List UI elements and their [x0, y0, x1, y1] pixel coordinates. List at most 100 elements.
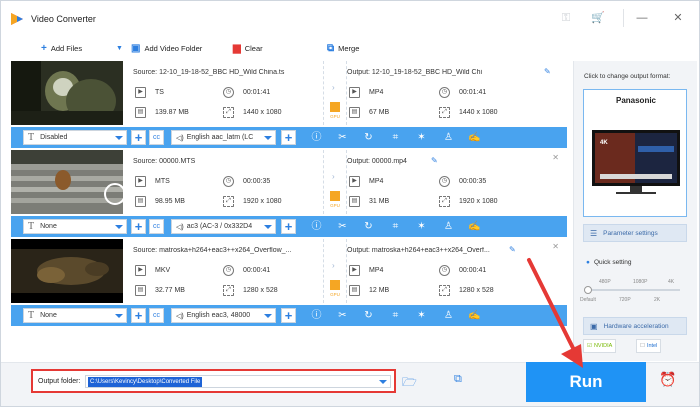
alarm-clock-icon[interactable]: ⏰ — [659, 371, 676, 388]
item-controls: T None + cc ◁) English eac3, 48000 + ⓘ ✂ ↻… — [11, 305, 567, 326]
tick-2k: 2K — [654, 297, 661, 303]
source-size: ▤ 139.87 MB — [135, 107, 189, 118]
clock-icon: ◷ — [223, 87, 234, 98]
subtitle-edit-icon[interactable]: ✍ — [468, 309, 481, 322]
audio-select[interactable]: ◁) ac3 (AC-3 / 0x332D4 — [171, 219, 276, 234]
output-format-value: MP4 — [369, 178, 384, 185]
dropdown-arrow-icon — [264, 136, 272, 140]
output-format-value: MP4 — [369, 89, 384, 96]
clear-button[interactable]: ▆ Clear — [233, 39, 263, 57]
chevron-right-icon: › — [332, 172, 335, 181]
dropdown-arrow-icon — [264, 225, 272, 229]
subtitle-select[interactable]: T Disabled — [23, 130, 127, 145]
add-files-dropdown[interactable]: ▼ — [116, 39, 127, 57]
quality-slider[interactable] — [584, 286, 680, 294]
source-resolution-value: 1280 x 528 — [243, 287, 278, 294]
item-controls: T Disabled + cc ◁) English aac_latm (LC + … — [11, 127, 567, 148]
add-files-button[interactable]: + Add Files — [41, 39, 82, 57]
intel-badge[interactable]: ☐ Intel — [636, 339, 662, 353]
hardware-acceleration-button[interactable]: ▣ Hardware acceleration — [583, 317, 687, 335]
source-resolution-value: 1920 x 1080 — [243, 198, 282, 205]
cut-icon[interactable]: ✂ — [336, 131, 349, 144]
audio-select[interactable]: ◁) English aac_latm (LC — [171, 130, 276, 145]
intel-label: Intel — [646, 343, 658, 349]
info-icon[interactable]: ⓘ — [310, 220, 323, 233]
speaker-icon: ◁) — [176, 134, 184, 142]
cut-icon[interactable]: ✂ — [336, 220, 349, 233]
minimize-icon[interactable]: — — [635, 11, 649, 25]
output-resolution: ⤢ 1280 x 528 — [439, 285, 494, 296]
effects-icon[interactable]: ✶ — [415, 131, 428, 144]
effects-icon[interactable]: ✶ — [415, 220, 428, 233]
add-subtitle-button[interactable]: + — [131, 130, 146, 145]
video-thumbnail[interactable] — [11, 61, 123, 125]
change-format-label: Click to change output format: — [584, 73, 671, 80]
video-file-icon: ▶ — [135, 265, 146, 276]
subtitle-select[interactable]: T None — [23, 219, 127, 234]
rotate-icon[interactable]: ↻ — [362, 131, 375, 144]
cc-icon[interactable]: cc — [149, 130, 164, 145]
output-info: Output: 00000.mp4 ✎ ▶ MP4 ◷ 00:00:35 ▤ 31 M… — [347, 150, 557, 214]
rotate-icon[interactable]: ↻ — [362, 309, 375, 322]
triangle-down-icon: ▼ — [116, 44, 123, 52]
resolution-icon: ⤢ — [223, 107, 234, 118]
info-icon[interactable]: ⓘ — [310, 131, 323, 144]
add-audio-button[interactable]: + — [281, 308, 296, 323]
watermark-icon[interactable]: ♙ — [442, 220, 455, 233]
merge-button[interactable]: ⧉ Merge — [327, 39, 359, 57]
source-resolution: ⤢ 1920 x 1080 — [223, 196, 282, 207]
checkbox-icon: ☐ — [640, 343, 645, 349]
source-info: Source: matroska+h264+eac3++x264_Overflo… — [133, 239, 323, 303]
output-format-selector[interactable]: Panasonic 4K — [583, 89, 687, 217]
watermark-icon[interactable]: ♙ — [442, 131, 455, 144]
output-resolution: ⤢ 1440 x 1080 — [439, 107, 498, 118]
source-size: ▤ 98.95 MB — [135, 196, 185, 207]
add-subtitle-button[interactable]: + — [131, 219, 146, 234]
audio-select[interactable]: ◁) English eac3, 48000 — [171, 308, 276, 323]
source-format-value: MTS — [155, 178, 170, 185]
parameter-settings-button[interactable]: ☰ Parameter settings — [583, 224, 687, 242]
clock-icon: ◷ — [439, 265, 450, 276]
add-audio-button[interactable]: + — [281, 219, 296, 234]
dropdown-arrow-icon — [115, 314, 123, 318]
crop-icon[interactable]: ⌗ — [389, 220, 402, 233]
add-audio-button[interactable]: + — [281, 130, 296, 145]
output-folder-label: Output folder: — [38, 378, 81, 385]
key-icon[interactable]: ⚿ — [559, 11, 573, 25]
dropdown-arrow-icon — [264, 314, 272, 318]
edit-output-icon[interactable]: ✎ — [544, 67, 551, 76]
cart-icon[interactable]: 🛒 — [591, 11, 605, 25]
add-video-folder-button[interactable]: ▣ Add Video Folder — [131, 39, 202, 57]
video-thumbnail[interactable] — [11, 239, 123, 303]
output-duration-value: 00:01:41 — [459, 89, 487, 96]
svg-text:GPU: GPU — [330, 292, 340, 297]
info-icon[interactable]: ⓘ — [310, 309, 323, 322]
video-file-icon: ▶ — [135, 87, 146, 98]
convert-arrow: › GPU — [323, 239, 347, 303]
cc-icon[interactable]: cc — [149, 219, 164, 234]
edit-output-icon[interactable]: ✎ — [431, 156, 438, 165]
subtitle-edit-icon[interactable]: ✍ — [468, 220, 481, 233]
folder-icon[interactable]: 🗁 — [402, 373, 417, 394]
watermark-icon[interactable]: ♙ — [442, 309, 455, 322]
video-thumbnail[interactable] — [11, 150, 123, 214]
tick-4k: 4K — [668, 279, 675, 285]
rotate-icon[interactable]: ↻ — [362, 220, 375, 233]
resolution-icon: ⤢ — [223, 196, 234, 207]
effects-icon[interactable]: ✶ — [415, 309, 428, 322]
edit-output-icon[interactable]: ✎ — [509, 245, 516, 254]
cut-icon[interactable]: ✂ — [336, 309, 349, 322]
open-folder-icon[interactable]: ⧉ — [454, 373, 462, 386]
output-duration: ◷ 00:01:41 — [439, 87, 486, 98]
output-size: ▤ 67 MB — [349, 107, 389, 118]
crop-icon[interactable]: ⌗ — [389, 309, 402, 322]
output-folder-select[interactable]: C:\Users\Kevincy\Desktop\Converted File — [85, 375, 391, 388]
subtitle-edit-icon[interactable]: ✍ — [468, 131, 481, 144]
source-info: Source: 00000.MTS ▶ MTS ◷ 00:00:35 ▤ 98.95 … — [133, 150, 323, 214]
close-icon[interactable]: ✕ — [671, 11, 685, 25]
add-subtitle-button[interactable]: + — [131, 308, 146, 323]
cc-icon[interactable]: cc — [149, 308, 164, 323]
source-duration-value: 00:00:41 — [243, 267, 271, 274]
subtitle-select[interactable]: T None — [23, 308, 127, 323]
crop-icon[interactable]: ⌗ — [389, 131, 402, 144]
